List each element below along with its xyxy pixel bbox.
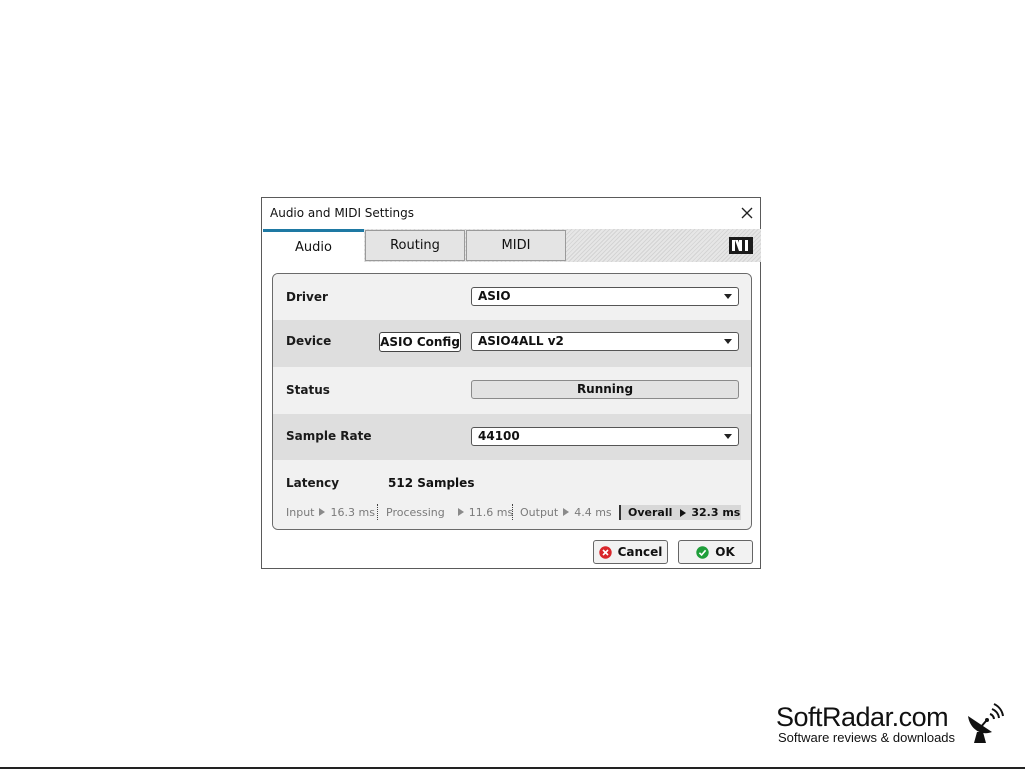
chevron-down-icon: [724, 294, 732, 299]
tab-audio[interactable]: Audio: [263, 229, 364, 262]
sample-rate-row: Sample Rate 44100: [273, 414, 751, 460]
driver-row: Driver ASIO: [273, 274, 751, 320]
softradar-watermark: SoftRadar.com Software reviews & downloa…: [776, 702, 1021, 750]
chevron-down-icon: [724, 339, 732, 344]
device-dropdown[interactable]: ASIO4ALL v2: [471, 332, 739, 351]
ok-label: OK: [715, 545, 735, 559]
cancel-label: Cancel: [617, 545, 663, 559]
driver-dropdown[interactable]: ASIO: [471, 287, 739, 306]
processing-latency: Processing 11.6 ms: [386, 504, 513, 520]
input-latency-value: 16.3 ms: [330, 505, 375, 519]
device-row: Device ASIO Config ASIO4ALL v2: [273, 320, 751, 367]
output-latency: Output 4.4 ms: [520, 504, 612, 520]
play-arrow-icon: [680, 508, 687, 517]
cancel-button[interactable]: Cancel: [593, 540, 668, 564]
close-button[interactable]: [736, 203, 758, 223]
sample-rate-value: 44100: [478, 429, 520, 443]
overall-latency: Overall 32.3 ms: [619, 505, 741, 520]
device-value: ASIO4ALL v2: [478, 334, 564, 348]
meter-divider: [377, 504, 378, 520]
dialog-title: Audio and MIDI Settings: [270, 206, 415, 220]
processing-latency-value: 11.6 ms: [468, 505, 514, 519]
input-latency-label: Input: [286, 505, 315, 519]
output-latency-label: Output: [520, 505, 559, 519]
status-indicator: Running: [471, 380, 739, 399]
ok-button[interactable]: OK: [678, 540, 753, 564]
satellite-dish-icon: [968, 703, 1004, 743]
close-icon: [741, 207, 753, 219]
driver-label: Driver: [286, 290, 328, 304]
play-arrow-icon: [319, 508, 326, 516]
driver-value: ASIO: [478, 289, 511, 303]
processing-latency-label: Processing: [386, 505, 445, 519]
cancel-icon: [598, 545, 612, 559]
play-arrow-icon: [457, 508, 464, 516]
latency-label: Latency: [286, 476, 340, 490]
watermark-name: SoftRadar.com: [776, 702, 949, 732]
overall-latency-label: Overall: [628, 506, 673, 519]
play-arrow-icon: [563, 508, 570, 516]
overall-latency-value: 32.3 ms: [691, 506, 741, 519]
chevron-down-icon: [724, 434, 732, 439]
tab-midi[interactable]: MIDI: [466, 230, 566, 261]
latency-samples-value: 512 Samples: [388, 476, 475, 490]
audio-midi-settings-dialog: Audio and MIDI Settings Audio Routing MI…: [261, 197, 761, 569]
tab-bar: Audio Routing MIDI: [263, 229, 761, 262]
watermark-tagline: Software reviews & downloads: [778, 730, 956, 745]
status-row: Status Running: [273, 367, 751, 414]
meter-divider: [512, 504, 513, 520]
output-latency-value: 4.4 ms: [574, 505, 612, 519]
audio-settings-panel: Driver ASIO Device ASIO Config ASIO4ALL …: [272, 273, 752, 530]
sample-rate-dropdown[interactable]: 44100: [471, 427, 739, 446]
native-instruments-logo-icon: [729, 237, 753, 254]
input-latency: Input 16.3 ms: [286, 504, 375, 520]
device-label: Device: [286, 334, 332, 348]
sample-rate-label: Sample Rate: [286, 429, 372, 443]
asio-config-button[interactable]: ASIO Config: [379, 332, 461, 352]
status-label: Status: [286, 383, 330, 397]
tab-routing[interactable]: Routing: [365, 230, 465, 261]
checkmark-icon: [696, 545, 709, 559]
